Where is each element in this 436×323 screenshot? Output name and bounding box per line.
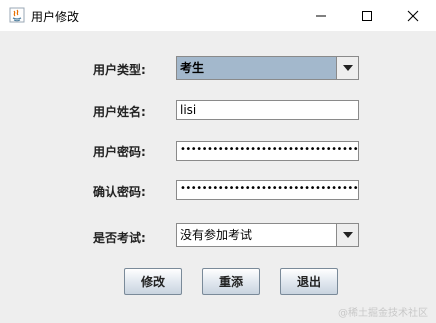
watermark: @稀土掘金技术社区 [338,308,428,319]
chevron-down-icon [342,232,353,238]
password-field[interactable]: •••••••••••••••••••••••••••••••••••••• [176,141,359,161]
reset-button[interactable]: 重添 [202,268,260,295]
minimize-button[interactable] [298,0,344,31]
user-type-dropdown-button[interactable] [336,57,358,79]
modify-button[interactable]: 修改 [124,268,182,295]
password-label: 用户密码: [93,145,146,159]
maximize-button[interactable] [344,0,390,31]
user-type-select[interactable]: 考生 [176,56,359,80]
minimize-icon [316,15,326,16]
java-icon [9,7,25,23]
exam-status-select[interactable]: 没有参加考试 [176,223,359,247]
close-icon [407,10,419,21]
close-button[interactable] [390,0,436,31]
user-type-label: 用户类型: [93,63,146,77]
exam-status-dropdown-button[interactable] [336,224,358,246]
user-name-field[interactable]: lisi [176,100,359,120]
user-name-label: 用户姓名: [93,105,146,119]
title-bar: 用户修改 [0,0,436,31]
exit-button[interactable]: 退出 [280,268,338,295]
confirm-password-label: 确认密码: [93,185,146,199]
maximize-icon [362,10,372,21]
confirm-password-field[interactable]: •••••••••••••••••••••••••••••••••••••• [176,180,359,200]
user-modify-window: 用户修改 用户类型: 考生 用户姓名: lisi 用户密码: •••••••••… [0,0,436,323]
chevron-down-icon [342,65,353,71]
exam-status-value: 没有参加考试 [180,228,253,242]
exam-status-label: 是否考试: [93,231,146,245]
window-title: 用户修改 [31,10,80,24]
user-type-value: 考生 [177,57,336,79]
